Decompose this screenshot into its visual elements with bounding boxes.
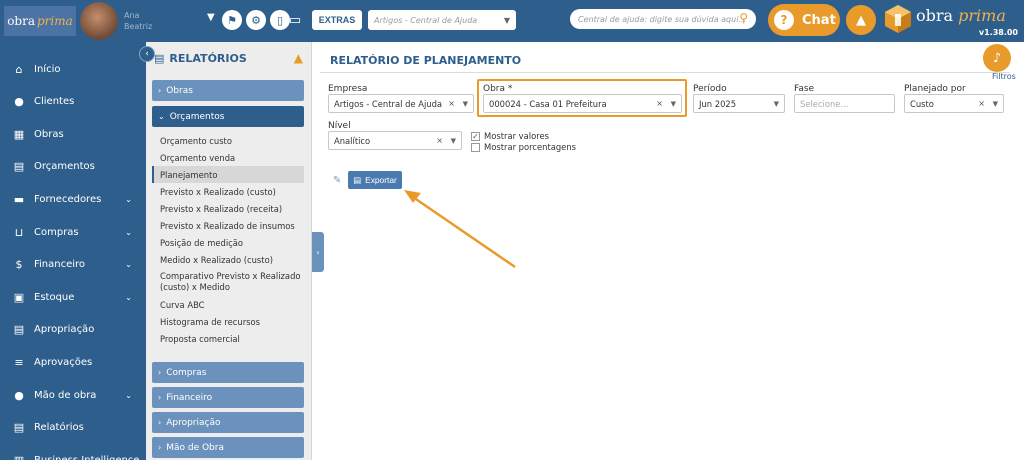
sidebar-collapse-chevron-icon[interactable]: ‹ (139, 46, 155, 62)
annotation-arrow (404, 190, 516, 269)
